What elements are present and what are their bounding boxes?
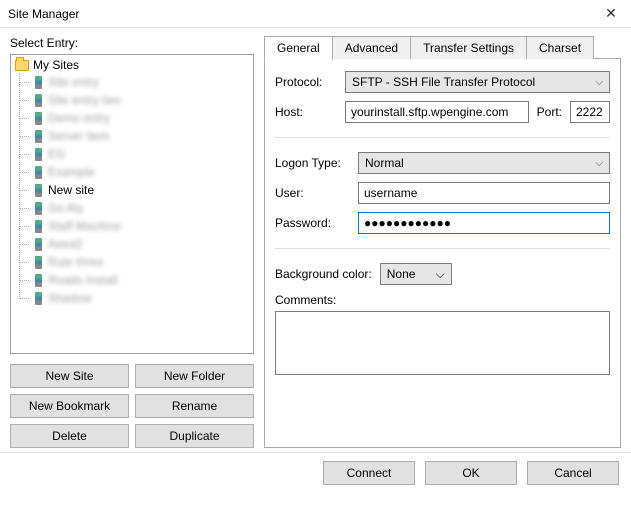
right-panel: General Advanced Transfer Settings Chars… <box>264 36 621 448</box>
comments-input[interactable] <box>275 311 610 375</box>
ok-button[interactable]: OK <box>425 461 517 485</box>
server-icon <box>35 220 42 233</box>
user-input[interactable] <box>358 182 610 204</box>
tab-charset[interactable]: Charset <box>526 36 594 59</box>
chevron-down-icon: ⌵ <box>595 77 603 88</box>
new-bookmark-button[interactable]: New Bookmark <box>10 394 129 418</box>
content-area: Select Entry: My Sites Site entrySite en… <box>0 28 631 452</box>
left-buttons: New Site New Folder New Bookmark Rename … <box>10 364 254 448</box>
host-row: Host: Port: <box>275 101 610 123</box>
password-input[interactable] <box>358 212 610 234</box>
logon-type-value: Normal <box>365 156 404 170</box>
tree-item[interactable]: Site entry <box>31 73 253 91</box>
protocol-row: Protocol: SFTP - SSH File Transfer Proto… <box>275 71 610 93</box>
tree-item[interactable]: Go Aly <box>31 199 253 217</box>
tab-bar: General Advanced Transfer Settings Chars… <box>264 36 621 59</box>
general-panel: Protocol: SFTP - SSH File Transfer Proto… <box>264 59 621 448</box>
tree-item[interactable]: EG <box>31 145 253 163</box>
logon-type-select[interactable]: Normal ⌵ <box>358 152 610 174</box>
server-icon <box>35 274 42 287</box>
user-row: User: <box>275 182 610 204</box>
port-input[interactable] <box>570 101 610 123</box>
protocol-select[interactable]: SFTP - SSH File Transfer Protocol ⌵ <box>345 71 610 93</box>
title-bar: Site Manager ✕ <box>0 0 631 28</box>
tree-children: Site entry Site entry two Demo entry Server… <box>11 73 253 307</box>
connect-button[interactable]: Connect <box>323 461 415 485</box>
protocol-value: SFTP - SSH File Transfer Protocol <box>352 75 535 89</box>
background-color-select[interactable]: None ⌵ <box>380 263 452 285</box>
protocol-label: Protocol: <box>275 75 337 89</box>
tab-general[interactable]: General <box>264 36 333 60</box>
password-row: Password: <box>275 212 610 234</box>
tree-root-label: My Sites <box>33 58 79 72</box>
tree-item-label: Server item <box>48 129 109 143</box>
rename-button[interactable]: Rename <box>135 394 254 418</box>
logon-row: Logon Type: Normal ⌵ <box>275 152 610 174</box>
folder-icon <box>15 60 29 71</box>
footer-buttons: Connect OK Cancel <box>0 452 631 495</box>
new-folder-button[interactable]: New Folder <box>135 364 254 388</box>
server-icon <box>35 130 42 143</box>
duplicate-button[interactable]: Duplicate <box>135 424 254 448</box>
tree-root-my-sites[interactable]: My Sites <box>11 57 253 73</box>
server-icon <box>35 202 42 215</box>
tree-item[interactable]: Demo entry <box>31 109 253 127</box>
server-icon <box>35 76 42 89</box>
window-title: Site Manager <box>8 7 79 21</box>
bgcolor-row: Background color: None ⌵ <box>275 263 610 285</box>
tree-item-label: Aeed2 <box>48 237 83 251</box>
tree-item[interactable]: Aeed2 <box>31 235 253 253</box>
logon-type-label: Logon Type: <box>275 156 350 170</box>
background-color-value: None <box>387 267 416 281</box>
separator <box>275 137 610 138</box>
server-icon <box>35 184 42 197</box>
port-label: Port: <box>537 105 562 119</box>
server-icon <box>35 256 42 269</box>
server-icon <box>35 112 42 125</box>
tree-item-label: Example <box>48 165 95 179</box>
user-label: User: <box>275 186 350 200</box>
tree-item[interactable]: Shadow <box>31 289 253 307</box>
server-icon <box>35 94 42 107</box>
separator <box>275 248 610 249</box>
site-tree[interactable]: My Sites Site entry Site entry two Demo en… <box>10 54 254 354</box>
comments-label: Comments: <box>275 293 610 307</box>
cancel-button[interactable]: Cancel <box>527 461 619 485</box>
tree-item-label: Go Aly <box>48 201 83 215</box>
server-icon <box>35 148 42 161</box>
tree-item-label: EG <box>48 147 65 161</box>
tree-item-label: Roads Install <box>48 273 117 287</box>
host-label: Host: <box>275 105 337 119</box>
tree-item-label: Demo entry <box>48 111 110 125</box>
tree-item[interactable]: Staff Machine <box>31 217 253 235</box>
tree-item[interactable]: Site entry two <box>31 91 253 109</box>
tree-item-label: Rule three <box>48 255 103 269</box>
tree-item[interactable]: Roads Install <box>31 271 253 289</box>
tree-item-label: Site entry <box>48 75 99 89</box>
chevron-down-icon: ⌵ <box>595 158 603 169</box>
chevron-down-icon: ⌵ <box>436 267 445 282</box>
tree-item-label: New site <box>48 183 94 197</box>
tree-item-label: Shadow <box>48 291 91 305</box>
tree-item[interactable]: Rule three <box>31 253 253 271</box>
server-icon <box>35 238 42 251</box>
tree-item[interactable]: Example <box>31 163 253 181</box>
server-icon <box>35 292 42 305</box>
server-icon <box>35 166 42 179</box>
tree-item-label: Site entry two <box>48 93 121 107</box>
background-color-label: Background color: <box>275 267 372 281</box>
left-panel: Select Entry: My Sites Site entrySite en… <box>10 36 254 448</box>
tree-item[interactable]: Server item <box>31 127 253 145</box>
new-site-button[interactable]: New Site <box>10 364 129 388</box>
tab-transfer-settings[interactable]: Transfer Settings <box>410 36 527 59</box>
password-label: Password: <box>275 216 350 230</box>
delete-button[interactable]: Delete <box>10 424 129 448</box>
close-icon[interactable]: ✕ <box>591 0 631 28</box>
tree-item-label: Staff Machine <box>48 219 121 233</box>
tree-item[interactable]: New site <box>31 181 253 199</box>
select-entry-label: Select Entry: <box>10 36 254 50</box>
tab-advanced[interactable]: Advanced <box>332 36 411 59</box>
host-input[interactable] <box>345 101 529 123</box>
